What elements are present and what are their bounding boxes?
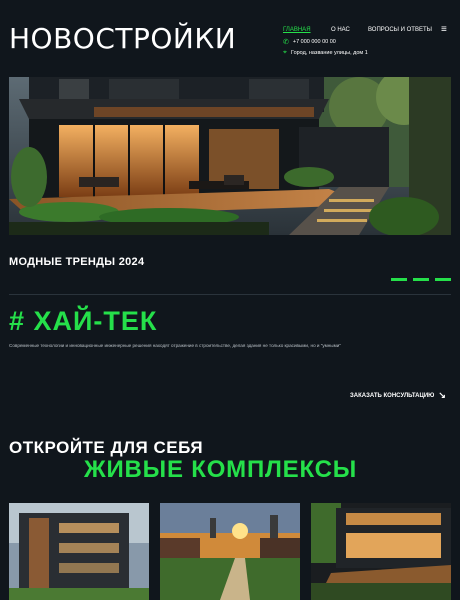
hero-image [9,77,451,235]
hitech-description: Современные технологии и инновационные и… [9,343,341,348]
complex-card-3[interactable] [311,503,451,600]
hitech-heading: # ХАЙ-ТЕК [9,306,158,336]
trends-title: МОДНЫЕ ТРЕНДЫ 2024 [9,256,145,268]
contact-address: ⌖ Город, название улицы, дом 1 [283,49,368,57]
site-header: НОВОСТРОЙКИ ГЛАВНАЯ О НАС ВОПРОСЫ И ОТВЕ… [0,0,460,76]
hero-house-illustration [9,77,451,235]
consult-label: ЗАКАЗАТЬ КОНСУЛЬТАЦИЮ [350,392,435,399]
section-divider [9,294,451,295]
menu-icon[interactable]: ≡ [441,24,447,35]
phone-number: +7 000 000 00 00 [292,39,336,45]
complex-card-1[interactable] [9,503,149,600]
phone-icon: ✆ [283,39,289,46]
contact-phone[interactable]: ✆ +7 000 000 00 00 [283,38,336,46]
nav-item-faq[interactable]: ВОПРОСЫ И ОТВЕТЫ [368,27,432,33]
arrow-right-icon: ↘ [438,390,446,400]
complex-photo-1 [9,503,149,600]
consult-link[interactable]: ЗАКАЗАТЬ КОНСУЛЬТАЦИЮ ↘ [350,390,446,401]
nav-item-main[interactable]: ГЛАВНАЯ [283,27,311,33]
complex-card-2[interactable] [160,503,300,600]
nav-item-about[interactable]: О НАС [331,27,350,33]
location-icon: ⌖ [283,49,287,56]
complex-photo-3 [311,503,451,600]
alive-heading: ЖИВЫЕ КОМПЛЕКСЫ [84,456,358,483]
site-logo[interactable]: НОВОСТРОЙКИ [9,22,236,55]
address-text: Город, название улицы, дом 1 [290,50,368,56]
slider-dashes[interactable] [391,278,451,281]
complex-photo-2 [160,503,300,600]
discover-heading: ОТКРОЙТЕ ДЛЯ СЕБЯ [9,438,204,457]
